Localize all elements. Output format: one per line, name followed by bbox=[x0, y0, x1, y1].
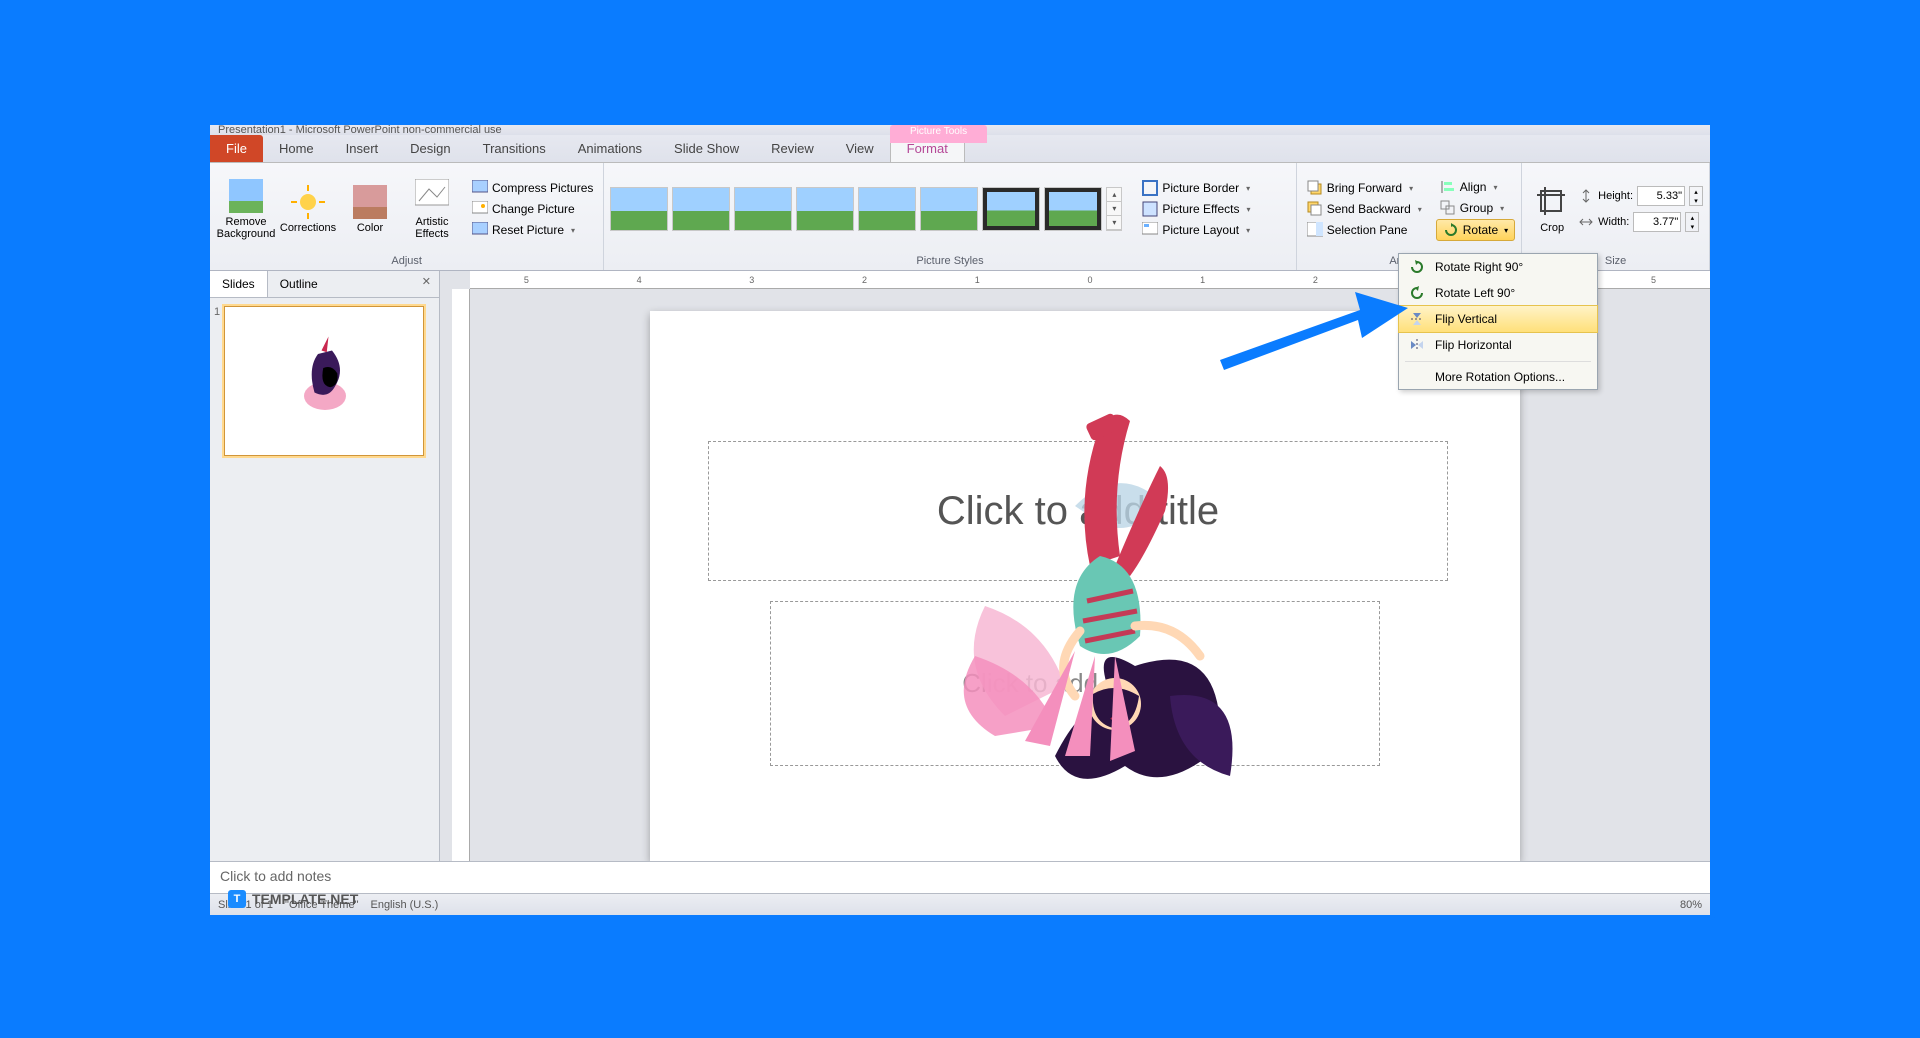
picture-effects-button[interactable]: Picture Effects bbox=[1138, 199, 1254, 219]
watermark: T TEMPLATE.NET bbox=[228, 890, 358, 908]
thumbnail-preview bbox=[224, 306, 424, 456]
flip-horizontal-item[interactable]: Flip Horizontal bbox=[1399, 332, 1597, 358]
panel-close-icon[interactable]: ✕ bbox=[414, 271, 439, 297]
tab-transitions[interactable]: Transitions bbox=[467, 135, 562, 162]
context-tab-picture-tools: Picture Tools bbox=[890, 125, 987, 143]
tab-slides[interactable]: Slides bbox=[210, 271, 268, 297]
change-picture-button[interactable]: Change Picture bbox=[468, 199, 597, 219]
compress-icon bbox=[472, 180, 488, 196]
status-bar: Slide 1 of 1 "Office Theme" English (U.S… bbox=[210, 893, 1710, 915]
crop-button[interactable]: Crop bbox=[1528, 169, 1576, 249]
style-thumb-8[interactable] bbox=[1044, 187, 1102, 231]
thumb-fairy-image bbox=[225, 307, 425, 457]
style-thumb-1[interactable] bbox=[610, 187, 668, 231]
color-icon bbox=[353, 185, 387, 219]
slide-number: 1 bbox=[214, 306, 220, 456]
group-label-adjust: Adjust bbox=[216, 253, 597, 270]
annotation-arrow bbox=[1210, 290, 1410, 390]
layout-icon bbox=[1142, 222, 1158, 238]
bring-forward-button[interactable]: Bring Forward bbox=[1303, 178, 1426, 198]
watermark-icon: T bbox=[228, 890, 246, 908]
tab-file[interactable]: File bbox=[210, 135, 263, 162]
tab-insert[interactable]: Insert bbox=[330, 135, 395, 162]
status-lang: English (U.S.) bbox=[370, 899, 438, 911]
align-icon bbox=[1440, 179, 1456, 195]
width-label: Width: bbox=[1598, 216, 1629, 228]
crop-icon bbox=[1535, 185, 1569, 219]
reset-icon bbox=[472, 222, 488, 238]
group-adjust: Remove Background Corrections Color Arti… bbox=[210, 163, 604, 270]
group-icon bbox=[1440, 200, 1456, 216]
rotate-dropdown-menu: Rotate Right 90° Rotate Left 90° Flip Ve… bbox=[1398, 253, 1598, 390]
style-thumb-3[interactable] bbox=[734, 187, 792, 231]
height-spinner[interactable]: ▴▾ bbox=[1689, 186, 1703, 206]
gallery-more[interactable]: ▴▾▾ bbox=[1106, 187, 1122, 231]
width-input[interactable] bbox=[1633, 212, 1681, 232]
forward-icon bbox=[1307, 180, 1323, 196]
slide-thumbnail-1[interactable]: 1 bbox=[210, 298, 439, 464]
corrections-button[interactable]: Corrections bbox=[278, 169, 338, 249]
effects-icon bbox=[1142, 201, 1158, 217]
height-icon bbox=[1578, 188, 1594, 204]
group-picture-styles: ▴▾▾ Picture Border Picture Effects Pictu… bbox=[604, 163, 1296, 270]
style-thumb-7[interactable] bbox=[982, 187, 1040, 231]
rotate-left-icon bbox=[1409, 285, 1425, 301]
watermark-text: TEMPLATE.NET bbox=[252, 891, 358, 907]
remove-bg-icon bbox=[229, 179, 263, 213]
tab-view[interactable]: View bbox=[830, 135, 890, 162]
more-rotation-item[interactable]: More Rotation Options... bbox=[1399, 365, 1597, 389]
group-button[interactable]: Group bbox=[1436, 198, 1515, 218]
change-pic-icon bbox=[472, 201, 488, 217]
reset-picture-button[interactable]: Reset Picture bbox=[468, 220, 597, 240]
vertical-ruler bbox=[452, 289, 470, 861]
backward-icon bbox=[1307, 201, 1323, 217]
send-backward-button[interactable]: Send Backward bbox=[1303, 199, 1426, 219]
style-thumb-4[interactable] bbox=[796, 187, 854, 231]
pane-icon bbox=[1307, 222, 1323, 238]
picture-layout-button[interactable]: Picture Layout bbox=[1138, 220, 1254, 240]
window-title: Presentation1 - Microsoft PowerPoint non… bbox=[218, 125, 502, 135]
width-spinner[interactable]: ▴▾ bbox=[1685, 212, 1699, 232]
style-thumb-6[interactable] bbox=[920, 187, 978, 231]
tab-design[interactable]: Design bbox=[394, 135, 466, 162]
selection-pane-button[interactable]: Selection Pane bbox=[1303, 220, 1426, 240]
width-icon bbox=[1578, 214, 1594, 230]
artistic-effects-button[interactable]: Artistic Effects bbox=[402, 169, 462, 249]
remove-background-button[interactable]: Remove Background bbox=[216, 169, 276, 249]
rotate-right-icon bbox=[1409, 259, 1425, 275]
inserted-picture-fairy[interactable] bbox=[955, 366, 1255, 836]
align-button[interactable]: Align bbox=[1436, 177, 1515, 197]
rotate-right-item[interactable]: Rotate Right 90° bbox=[1399, 254, 1597, 280]
artistic-icon bbox=[415, 179, 449, 213]
picture-border-button[interactable]: Picture Border bbox=[1138, 178, 1254, 198]
rotate-button[interactable]: Rotate▾ bbox=[1436, 219, 1515, 241]
tab-outline[interactable]: Outline bbox=[268, 271, 330, 297]
tab-home[interactable]: Home bbox=[263, 135, 330, 162]
height-label: Height: bbox=[1598, 190, 1633, 202]
tab-review[interactable]: Review bbox=[755, 135, 830, 162]
sun-icon bbox=[291, 185, 325, 219]
style-thumb-5[interactable] bbox=[858, 187, 916, 231]
slide-panel: Slides Outline ✕ 1 bbox=[210, 271, 440, 861]
tab-slideshow[interactable]: Slide Show bbox=[658, 135, 755, 162]
height-input[interactable] bbox=[1637, 186, 1685, 206]
flip-vertical-icon bbox=[1409, 311, 1425, 327]
notes-pane[interactable]: Click to add notes bbox=[210, 861, 1710, 893]
style-thumb-2[interactable] bbox=[672, 187, 730, 231]
border-icon bbox=[1142, 180, 1158, 196]
slide-surface[interactable]: Click to add title Click to add subtitle bbox=[650, 311, 1520, 861]
status-zoom: 80% bbox=[1680, 899, 1702, 911]
color-button[interactable]: Color bbox=[340, 169, 400, 249]
flip-vertical-item[interactable]: Flip Vertical bbox=[1398, 305, 1598, 333]
group-label-styles: Picture Styles bbox=[610, 253, 1289, 270]
flip-horizontal-icon bbox=[1409, 337, 1425, 353]
compress-pictures-button[interactable]: Compress Pictures bbox=[468, 178, 597, 198]
tab-animations[interactable]: Animations bbox=[562, 135, 658, 162]
rotate-left-item[interactable]: Rotate Left 90° bbox=[1399, 280, 1597, 306]
rotate-icon bbox=[1443, 222, 1459, 238]
